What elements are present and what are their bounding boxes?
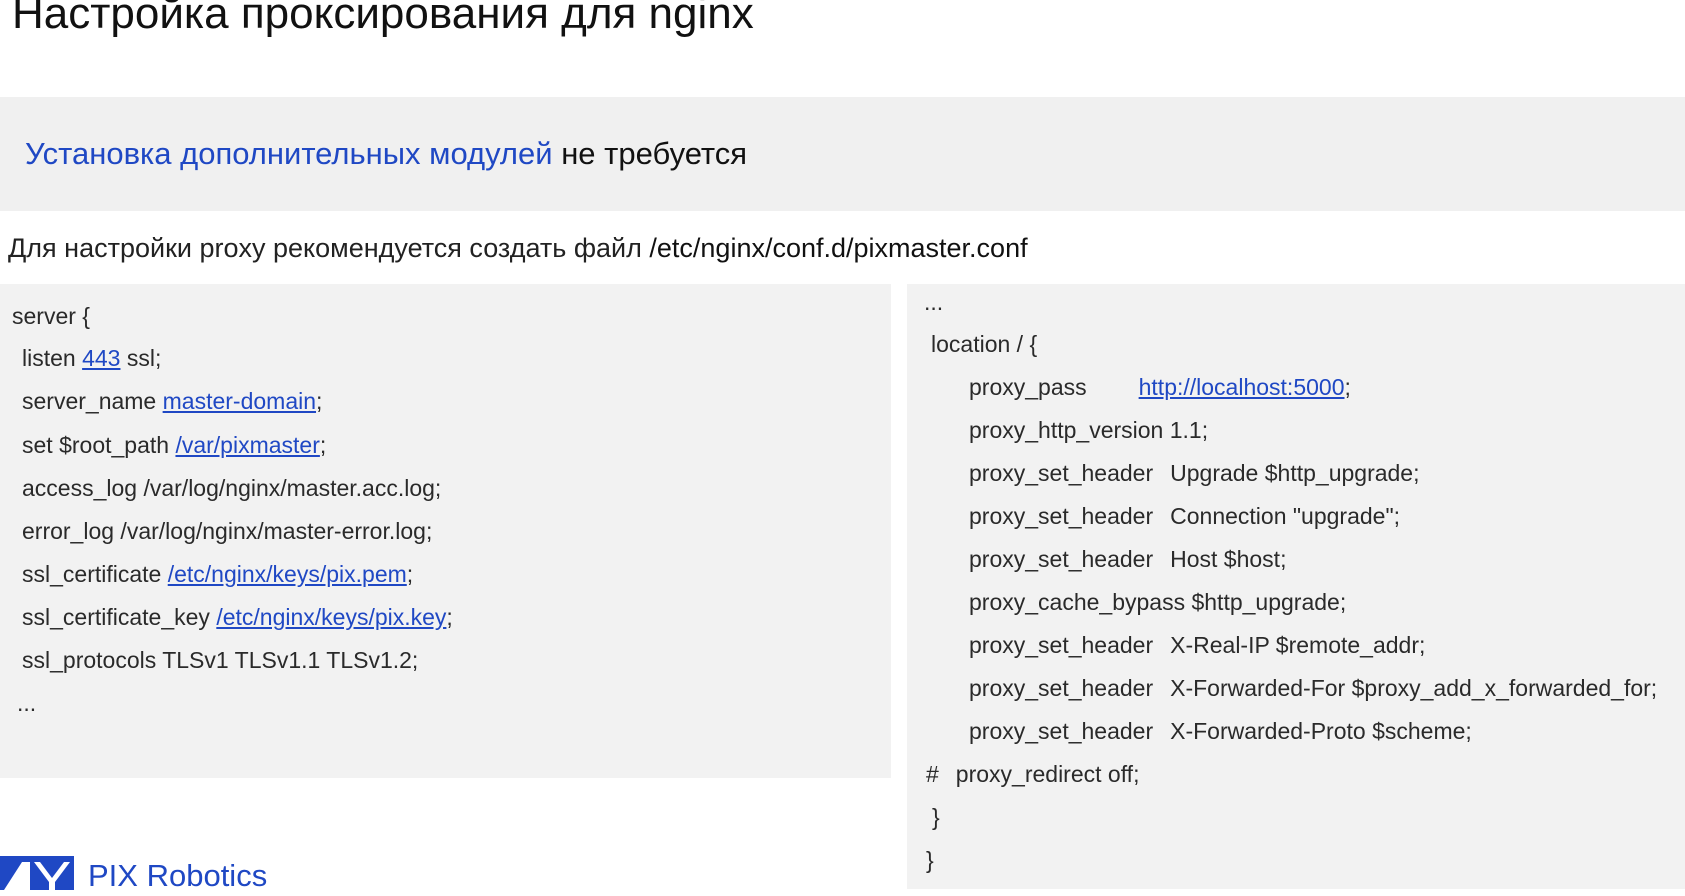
location-config-panel: ... location / { proxy_pass http://localh… <box>907 284 1685 889</box>
code-key: proxy_set_header <box>969 718 1154 744</box>
code-line-ssl-certificate-key: ssl_certificate_key /etc/nginx/keys/pix.… <box>22 602 453 632</box>
pix-robotics-logo-icon <box>0 856 74 890</box>
code-line-header-connection: proxy_set_header Connection "upgrade"; <box>969 501 1400 531</box>
note-highlight-link[interactable]: Установка дополнительных модулей <box>25 136 553 171</box>
code-key: proxy_set_header <box>969 460 1154 486</box>
code-text: ssl_certificate <box>22 561 168 587</box>
code-line-header-real-ip: proxy_set_header X-Real-IP $remote_addr; <box>969 630 1425 660</box>
server-name-link[interactable]: master-domain <box>163 388 316 414</box>
code-value: Host $host; <box>1170 546 1287 572</box>
ssl-certificate-key-link[interactable]: /etc/nginx/keys/pix.key <box>216 604 446 630</box>
code-text: ; <box>316 388 323 414</box>
code-line-access-log: access_log /var/log/nginx/master.acc.log… <box>22 475 442 501</box>
code-text: server_name <box>22 388 163 414</box>
code-text: ssl; <box>120 345 162 371</box>
ssl-certificate-link[interactable]: /etc/nginx/keys/pix.pem <box>168 561 407 587</box>
code-line-server: server { <box>12 303 90 329</box>
code-text: ; <box>1344 374 1351 400</box>
code-line-proxy-cache-bypass: proxy_cache_bypass $http_upgrade; <box>969 589 1347 615</box>
code-line-server-name: server_name master-domain; <box>22 386 322 416</box>
code-value: Connection "upgrade"; <box>1170 503 1401 529</box>
code-line-location: location / { <box>931 331 1038 357</box>
code-line-header-host: proxy_set_header Host $host; <box>969 544 1286 574</box>
code-line-root-path: set $root_path /var/pixmaster; <box>22 430 326 460</box>
code-value: X-Forwarded-For $proxy_add_x_forwarded_f… <box>1170 675 1658 701</box>
code-key: proxy_set_header <box>969 546 1154 572</box>
note-text: Установка дополнительных модулей не треб… <box>25 135 747 172</box>
code-line-ssl-protocols: ssl_protocols TLSv1 TLSv1.1 TLSv1.2; <box>22 647 419 673</box>
code-key: proxy_set_header <box>969 632 1154 658</box>
comment-hash: # <box>926 761 939 787</box>
code-key: proxy_set_header <box>969 503 1154 529</box>
code-text: ; <box>406 561 414 587</box>
logo-text: PIX Robotics <box>88 858 268 893</box>
code-line-proxy-http-version: proxy_http_version 1.1; <box>969 417 1209 443</box>
code-line-close-location: } <box>932 804 940 830</box>
code-line-header-upgrade: proxy_set_header Upgrade $http_upgrade; <box>969 458 1420 488</box>
code-line-ssl-certificate: ssl_certificate /etc/nginx/keys/pix.pem; <box>22 559 413 589</box>
code-text: set $root_path <box>22 432 176 458</box>
code-line-header-forwarded-for: proxy_set_header X-Forwarded-For $proxy_a… <box>969 673 1657 703</box>
code-line-ellipsis: ... <box>17 690 37 716</box>
config-file-path: /etc/nginx/conf.d/pixmaster.conf <box>649 233 1028 263</box>
code-line-close-server: } <box>926 847 934 873</box>
code-line-proxy-pass: proxy_pass http://localhost:5000; <box>969 372 1351 402</box>
code-key: proxy_pass <box>969 374 1087 400</box>
code-line-error-log: error_log /var/log/nginx/master-error.lo… <box>22 518 433 544</box>
code-line-proxy-redirect-comment: # proxy_redirect off; <box>926 759 1139 789</box>
code-line-ellipsis: ... <box>924 289 944 315</box>
code-text: ssl_certificate_key <box>22 604 217 630</box>
code-key: proxy_set_header <box>969 675 1154 701</box>
code-value: X-Forwarded-Proto $scheme; <box>1170 718 1472 744</box>
intro-text: Для настройки proxy рекомендуется создат… <box>8 233 650 263</box>
proxy-pass-link[interactable]: http://localhost:5000 <box>1139 374 1345 400</box>
intro-line: Для настройки proxy рекомендуется создат… <box>8 232 1028 264</box>
code-value: X-Real-IP $remote_addr; <box>1170 632 1426 658</box>
code-value: Upgrade $http_upgrade; <box>1170 460 1420 486</box>
server-config-panel: server { listen 443 ssl; server_name mas… <box>0 284 891 778</box>
code-text: proxy_redirect off; <box>955 761 1140 787</box>
code-line-listen: listen 443 ssl; <box>22 343 161 373</box>
page-title: Настройка проксирования для nginx <box>12 0 754 38</box>
port-link[interactable]: 443 <box>82 345 120 371</box>
note-rest-text: не требуется <box>552 136 748 171</box>
note-banner: Установка дополнительных модулей не треб… <box>0 97 1685 211</box>
code-text: ; <box>319 432 327 458</box>
code-text: ; <box>446 604 453 630</box>
root-path-link[interactable]: /var/pixmaster <box>175 432 319 458</box>
code-text: listen <box>22 345 83 371</box>
code-line-header-forwarded-proto: proxy_set_header X-Forwarded-Proto $schem… <box>969 716 1472 746</box>
